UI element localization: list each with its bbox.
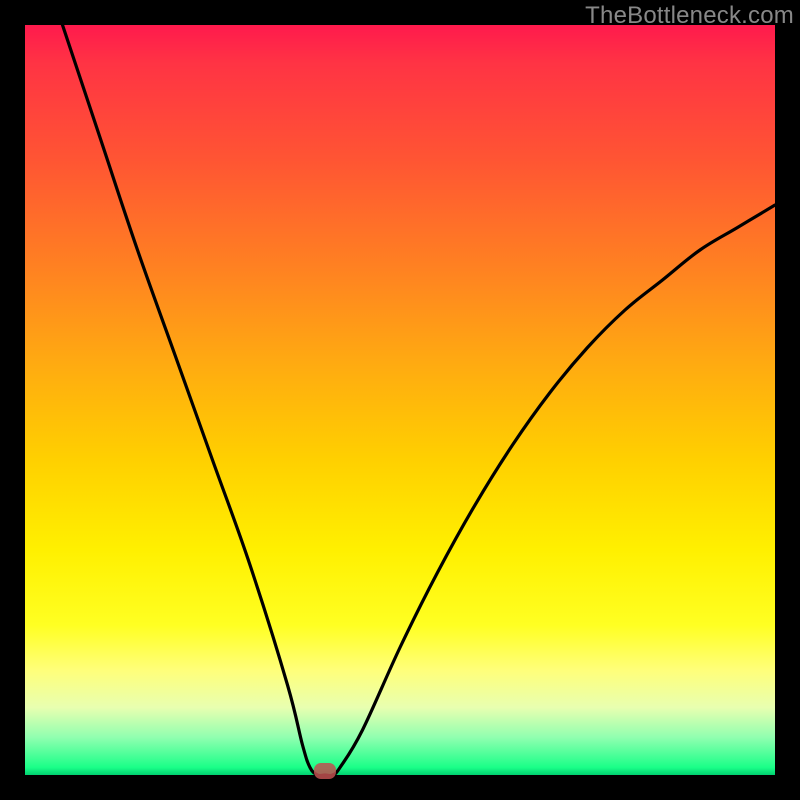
- minimum-marker: [314, 763, 336, 779]
- watermark-label: TheBottleneck.com: [585, 2, 794, 30]
- chart-plot-area: [25, 25, 775, 775]
- bottleneck-curve: [25, 25, 775, 775]
